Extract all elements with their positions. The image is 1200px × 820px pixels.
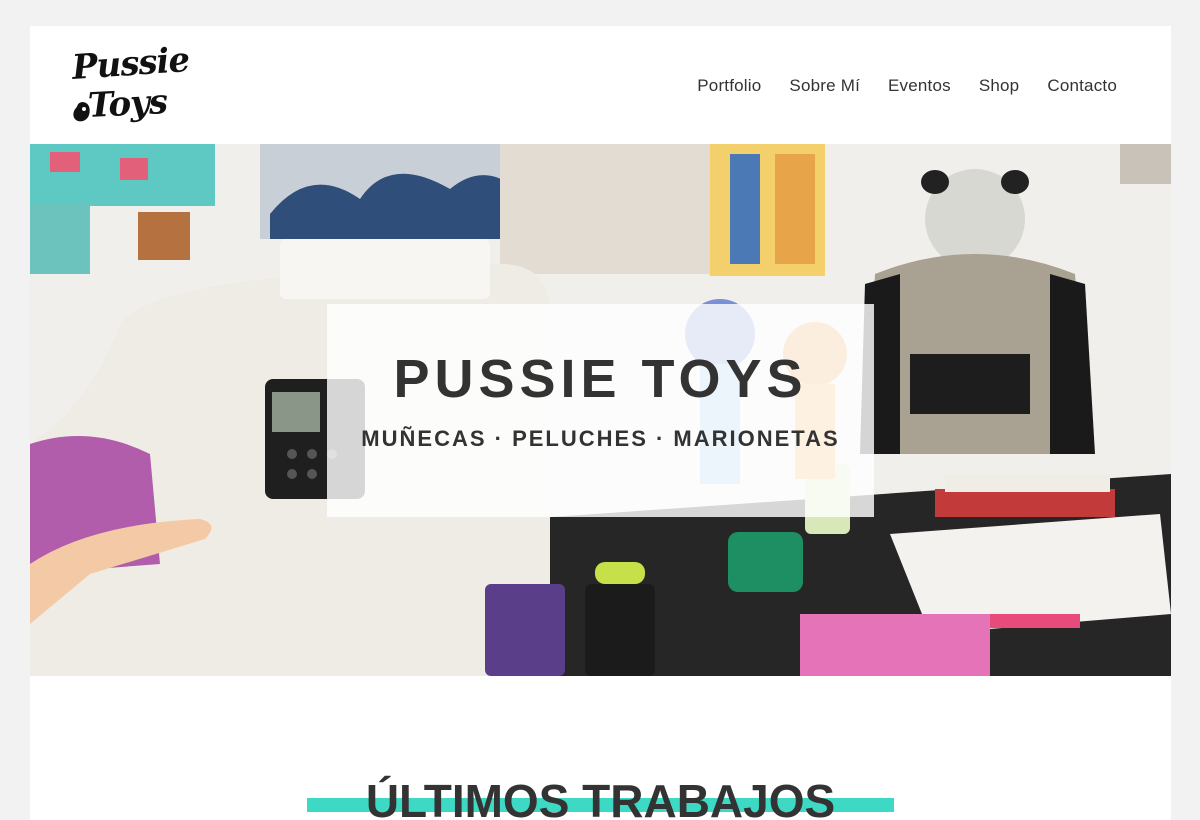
logo-text-line1: Pussie: [70, 39, 191, 89]
page-frame: Pussie Toys Portfolio Sobre Mí Eventos S…: [30, 26, 1171, 820]
hero-subtitle: MUÑECAS · PELUCHES · MARIONETAS: [361, 426, 840, 451]
nav-item-eventos[interactable]: Eventos: [888, 76, 951, 96]
section-title: ÚLTIMOS TRABAJOS: [365, 775, 836, 820]
latest-works-heading: ÚLTIMOS TRABAJOS: [307, 766, 894, 820]
nav-item-contacto[interactable]: Contacto: [1047, 76, 1117, 96]
logo-text-line2: Toys: [87, 81, 168, 127]
hero-title-box: PUSSIE TOYS MUÑECAS · PELUCHES · MARIONE…: [327, 304, 874, 517]
hero-title: PUSSIE TOYS: [393, 349, 808, 409]
main-nav: Portfolio Sobre Mí Eventos Shop Contacto: [697, 76, 1117, 96]
site-logo[interactable]: Pussie Toys: [70, 40, 191, 132]
hero-banner: PUSSIE TOYS MUÑECAS · PELUCHES · MARIONE…: [30, 144, 1171, 676]
nav-item-shop[interactable]: Shop: [979, 76, 1020, 96]
nav-item-portfolio[interactable]: Portfolio: [697, 76, 761, 96]
nav-item-sobre-mi[interactable]: Sobre Mí: [789, 76, 860, 96]
site-header: Pussie Toys Portfolio Sobre Mí Eventos S…: [30, 26, 1171, 144]
